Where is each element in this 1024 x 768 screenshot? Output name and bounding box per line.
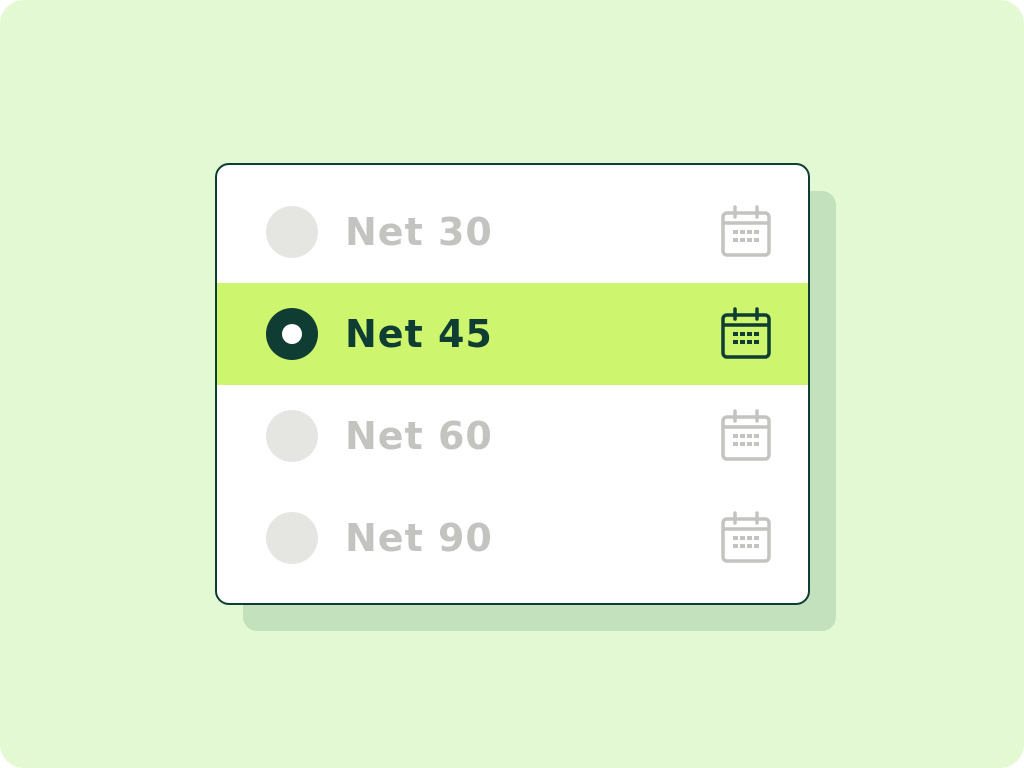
radio-button-selected[interactable] bbox=[266, 308, 318, 360]
background-canvas: Net 30 Net 45 Net 60 Net 90 bbox=[0, 0, 1024, 768]
radio-button[interactable] bbox=[266, 512, 318, 564]
option-net-60[interactable]: Net 60 bbox=[217, 385, 808, 487]
radio-button[interactable] bbox=[266, 410, 318, 462]
radio-dot bbox=[282, 324, 302, 344]
calendar-icon bbox=[721, 307, 771, 359]
radio-button[interactable] bbox=[266, 206, 318, 258]
option-net-30[interactable]: Net 30 bbox=[217, 181, 808, 283]
payment-terms-card: Net 30 Net 45 Net 60 Net 90 bbox=[215, 163, 810, 605]
calendar-icon bbox=[721, 205, 771, 257]
option-label: Net 30 bbox=[345, 210, 493, 254]
option-label: Net 90 bbox=[345, 516, 493, 560]
option-label: Net 60 bbox=[345, 414, 493, 458]
option-label: Net 45 bbox=[345, 312, 493, 356]
option-net-90[interactable]: Net 90 bbox=[217, 487, 808, 589]
option-net-45[interactable]: Net 45 bbox=[217, 283, 808, 385]
calendar-icon bbox=[721, 409, 771, 461]
calendar-icon bbox=[721, 511, 771, 563]
